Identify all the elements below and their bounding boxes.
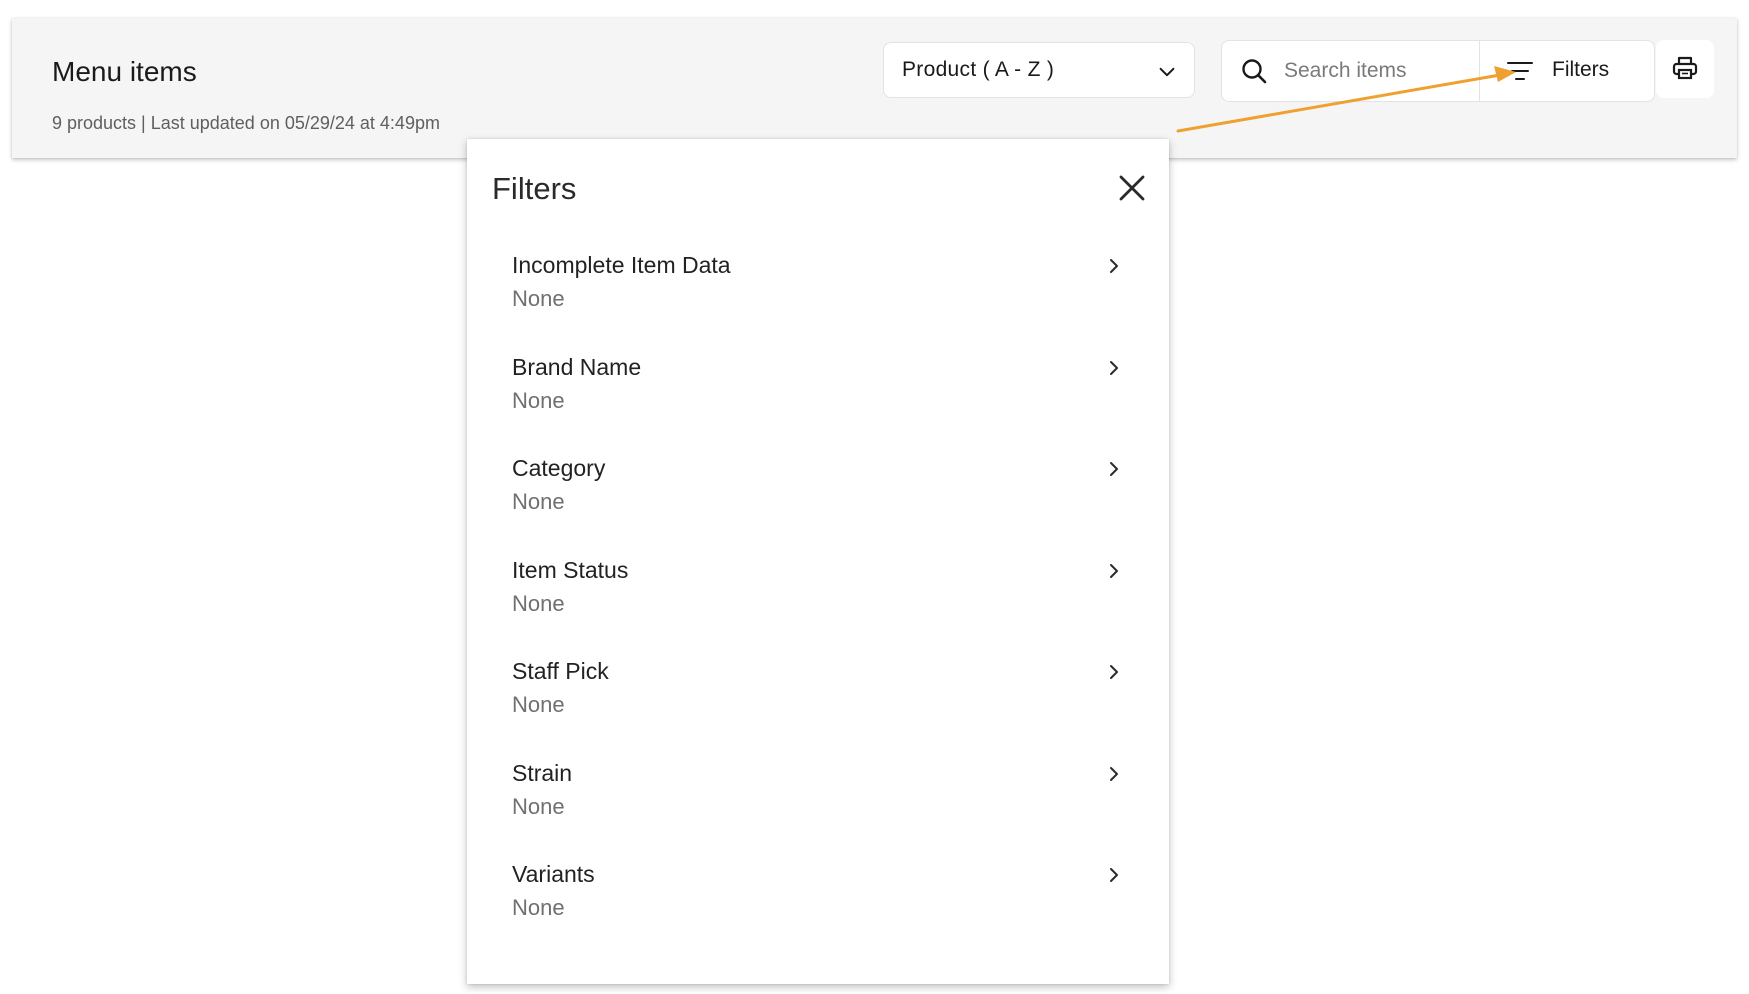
filters-button[interactable]: Filters xyxy=(1479,41,1655,101)
filter-value: None xyxy=(512,692,565,717)
chevron-right-icon xyxy=(1110,462,1118,476)
filters-panel-title: Filters xyxy=(492,171,577,206)
filter-name: Item Status xyxy=(512,556,629,583)
filter-name: Brand Name xyxy=(512,353,642,380)
chevron-right-icon xyxy=(1110,259,1118,273)
print-button[interactable] xyxy=(1656,40,1714,98)
filters-panel: Filters Incomplete Item Data None Brand … xyxy=(467,139,1169,984)
menu-items-header: Menu items 9 products | Last updated on … xyxy=(12,18,1737,158)
printer-icon xyxy=(1672,56,1698,80)
filter-item-category[interactable]: Category None xyxy=(467,422,1169,524)
filter-lines-icon xyxy=(1507,62,1533,80)
filter-item-staff-pick[interactable]: Staff Pick None xyxy=(467,625,1169,727)
chevron-down-icon xyxy=(1159,67,1175,77)
filter-value: None xyxy=(512,793,565,819)
filters-button-label: Filters xyxy=(1552,58,1610,81)
filter-item-variants[interactable]: Variants None xyxy=(467,828,1169,930)
filter-value: None xyxy=(512,387,565,413)
filter-item-incomplete-item-data[interactable]: Incomplete Item Data None xyxy=(467,219,1169,321)
filter-value: None xyxy=(512,895,565,920)
filter-item-item-status[interactable]: Item Status None xyxy=(467,524,1169,626)
search-icon xyxy=(1242,59,1267,84)
sort-selected-value: Product ( A - Z ) xyxy=(902,58,1055,81)
search-input[interactable] xyxy=(1284,53,1464,89)
chevron-right-icon xyxy=(1110,766,1118,781)
filter-value: None xyxy=(512,590,565,616)
chevron-right-icon xyxy=(1110,665,1118,679)
filter-name: Category xyxy=(512,455,606,481)
last-updated-text: 9 products | Last updated on 05/29/24 at… xyxy=(52,113,440,133)
search-and-filters-group: Filters xyxy=(1221,40,1655,102)
sort-dropdown[interactable]: Product ( A - Z ) xyxy=(883,42,1195,98)
filter-item-strain[interactable]: Strain None xyxy=(467,727,1169,829)
filter-name: Incomplete Item Data xyxy=(512,252,731,278)
chevron-right-icon xyxy=(1110,360,1118,375)
filter-name: Staff Pick xyxy=(512,658,609,684)
filter-value: None xyxy=(512,489,565,514)
filter-name: Variants xyxy=(512,861,595,887)
close-icon[interactable] xyxy=(1117,173,1147,203)
page-title: Menu items xyxy=(52,56,197,87)
filter-list: Incomplete Item Data None Brand Name Non… xyxy=(467,219,1169,930)
filter-name: Strain xyxy=(512,759,573,786)
filter-item-brand-name[interactable]: Brand Name None xyxy=(467,321,1169,423)
filter-value: None xyxy=(512,286,565,311)
chevron-right-icon xyxy=(1110,563,1118,578)
chevron-right-icon xyxy=(1110,868,1118,882)
